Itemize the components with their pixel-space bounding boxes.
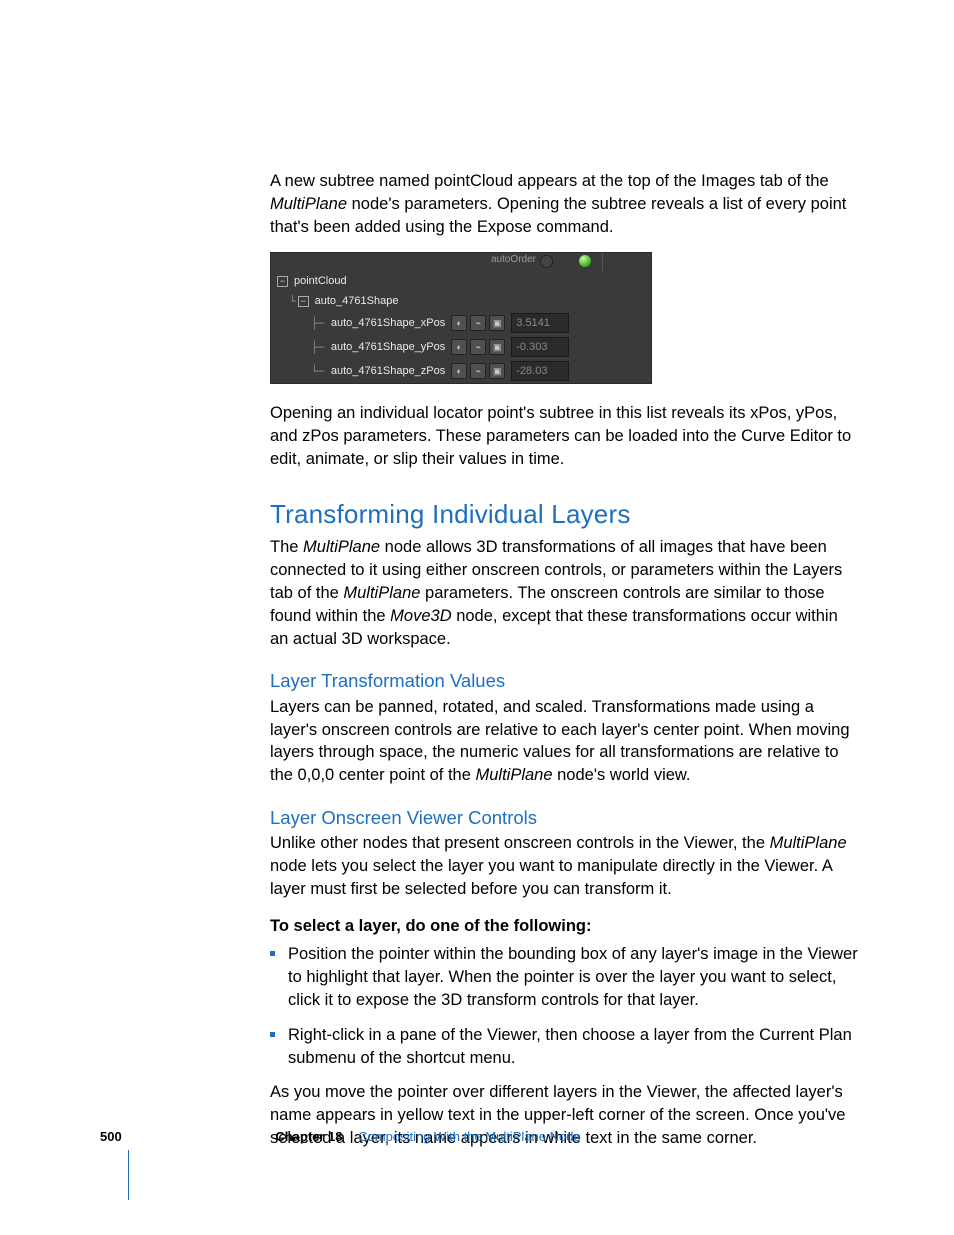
status-indicator-icon [579,255,591,267]
after-panel-paragraph: Opening an individual locator point's su… [270,402,860,470]
param-row: ├─ auto_4761Shape_yPos ◐ ⌁ ▣ -0.303 [271,335,651,359]
tree-branch-icon: ├─ [311,340,331,355]
param-value: 3.5141 [511,313,569,333]
text: node's world view. [553,766,691,784]
param-value: -0.303 [511,337,569,357]
text: A new subtree named pointCloud appears a… [270,172,829,190]
param-icons: ◐ ⌁ ▣ [451,363,505,379]
param-row: ├─ auto_4761Shape_xPos ◐ ⌁ ▣ 3.5141 [271,311,651,335]
chapter-label: Chapter 18 [275,1129,342,1144]
section-heading: Transforming Individual Layers [270,497,860,533]
panel-top-bar: autoOrder [271,253,651,271]
term: MultiPlane [303,538,380,556]
autoorder-label: autoOrder [491,253,536,267]
lock-icon: ▣ [489,315,505,331]
param-label: auto_4761Shape_yPos [331,340,445,355]
page-content: A new subtree named pointCloud appears a… [270,170,860,1164]
param-label: auto_4761Shape_zPos [331,364,445,379]
toggle-icon [540,255,553,268]
param-label: auto_4761Shape_xPos [331,316,445,331]
tree-branch-icon: ├─ [311,316,331,331]
subsection-paragraph: Layers can be panned, rotated, and scale… [270,696,860,787]
collapse-icon: − [298,296,309,307]
param-icons: ◐ ⌁ ▣ [451,339,505,355]
text: node's parameters. Opening the subtree r… [270,195,846,236]
key-icon: ⌁ [470,339,486,355]
tree-shape-label: auto_4761Shape [315,294,399,309]
divider [602,253,603,271]
key-icon: ⌁ [470,363,486,379]
margin-rule [128,1150,129,1200]
term-multipane: MultiPlane [270,195,347,213]
subsection-heading: Layer Transformation Values [270,668,860,694]
key-icon: ⌁ [470,315,486,331]
collapse-icon: − [277,276,288,287]
tree-root-label: pointCloud [294,274,347,289]
tree-branch-icon: └─ [311,364,331,379]
chapter-title: Compositing With the MultiPlane Node [358,1129,581,1144]
tree-root-row: − pointCloud [271,271,651,291]
text: Unlike other nodes that present onscreen… [270,834,770,852]
page-number: 500 [100,1129,122,1144]
subsection-paragraph: Unlike other nodes that present onscreen… [270,832,860,900]
clock-icon: ◐ [451,315,467,331]
list-item: Position the pointer within the bounding… [270,943,860,1011]
text: The [270,538,303,556]
param-value: -28.03 [511,361,569,381]
param-icons: ◐ ⌁ ▣ [451,315,505,331]
param-row: └─ auto_4761Shape_zPos ◐ ⌁ ▣ -28.03 [271,359,651,383]
tree-shape-row: └ − auto_4761Shape [271,291,651,311]
clock-icon: ◐ [451,363,467,379]
screenshot-panel: autoOrder − pointCloud └ − auto_4761Shap… [270,252,652,384]
tree-branch-icon: └ [289,294,296,309]
instruction-heading: To select a layer, do one of the followi… [270,915,860,938]
text: node lets you select the layer you want … [270,857,832,898]
bullet-list: Position the pointer within the bounding… [270,943,860,1069]
term: MultiPlane [770,834,847,852]
term: MultiPlane [475,766,552,784]
subsection-heading: Layer Onscreen Viewer Controls [270,805,860,831]
page-footer: 500 Chapter 18 Compositing With the Mult… [100,1128,860,1146]
clock-icon: ◐ [451,339,467,355]
term: Move3D [390,607,451,625]
list-item: Right-click in a pane of the Viewer, the… [270,1024,860,1070]
lock-icon: ▣ [489,339,505,355]
section-intro: The MultiPlane node allows 3D transforma… [270,536,860,650]
term: MultiPlane [343,584,420,602]
lock-icon: ▣ [489,363,505,379]
intro-paragraph: A new subtree named pointCloud appears a… [270,170,860,238]
